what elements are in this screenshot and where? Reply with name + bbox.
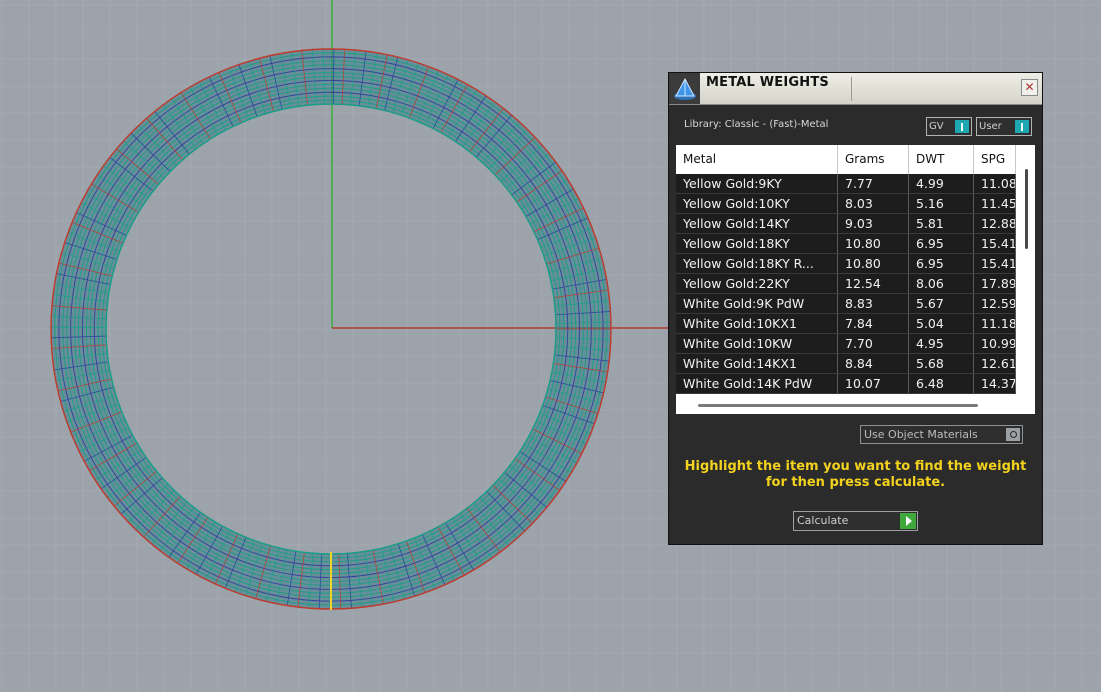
cell-spg: 10.99 bbox=[974, 334, 1016, 353]
cell-dwt: 5.67 bbox=[909, 294, 974, 313]
cell-metal: Yellow Gold:18KY bbox=[676, 234, 838, 253]
metal-table[interactable]: Metal Grams DWT SPG Yellow Gold:9KY 7.77 4… bbox=[676, 145, 1035, 414]
pyramid-icon bbox=[669, 73, 700, 104]
cell-spg: 12.59 bbox=[974, 294, 1016, 313]
table-row[interactable]: White Gold:10KX1 7.84 5.04 11.18 bbox=[676, 314, 1016, 334]
toggle-knob-icon bbox=[1015, 120, 1029, 133]
cell-metal: Yellow Gold:10KY bbox=[676, 194, 838, 213]
cell-spg: 12.88 bbox=[974, 214, 1016, 233]
cell-grams: 9.03 bbox=[838, 214, 909, 233]
table-row[interactable]: Yellow Gold:14KY 9.03 5.81 12.88 bbox=[676, 214, 1016, 234]
cell-dwt: 5.81 bbox=[909, 214, 974, 233]
cell-dwt: 5.68 bbox=[909, 354, 974, 373]
cell-metal: Yellow Gold:9KY bbox=[676, 174, 838, 193]
title-divider bbox=[851, 77, 852, 101]
user-toggle[interactable]: User bbox=[976, 117, 1032, 136]
close-icon[interactable]: ✕ bbox=[1021, 79, 1038, 96]
column-header-dwt[interactable]: DWT bbox=[909, 145, 974, 174]
cell-metal: White Gold:14KX1 bbox=[676, 354, 838, 373]
cell-dwt: 4.99 bbox=[909, 174, 974, 193]
instruction-text: Highlight the item you want to find the … bbox=[669, 459, 1042, 491]
cell-dwt: 8.06 bbox=[909, 274, 974, 293]
cell-grams: 10.07 bbox=[838, 374, 909, 393]
cell-dwt: 5.04 bbox=[909, 314, 974, 333]
cell-metal: Yellow Gold:14KY bbox=[676, 214, 838, 233]
table-row[interactable]: Yellow Gold:18KY 10.80 6.95 15.41 bbox=[676, 234, 1016, 254]
cell-grams: 8.83 bbox=[838, 294, 909, 313]
cell-grams: 7.84 bbox=[838, 314, 909, 333]
cell-spg: 11.18 bbox=[974, 314, 1016, 333]
table-row[interactable]: Yellow Gold:22KY 12.54 8.06 17.89 bbox=[676, 274, 1016, 294]
table-row[interactable]: White Gold:9K PdW 8.83 5.67 12.59 bbox=[676, 294, 1016, 314]
cell-dwt: 5.16 bbox=[909, 194, 974, 213]
cell-metal: White Gold:14K PdW bbox=[676, 374, 838, 393]
use-object-materials-label: Use Object Materials bbox=[864, 428, 978, 441]
cell-spg: 11.45 bbox=[974, 194, 1016, 213]
cell-spg: 15.41 bbox=[974, 234, 1016, 253]
table-row[interactable]: Yellow Gold:10KY 8.03 5.16 11.45 bbox=[676, 194, 1016, 214]
cell-grams: 7.70 bbox=[838, 334, 909, 353]
library-label: Library: Classic - (Fast)-Metal bbox=[684, 119, 829, 130]
cell-metal: Yellow Gold:22KY bbox=[676, 274, 838, 293]
cell-metal: White Gold:10KX1 bbox=[676, 314, 838, 333]
gv-toggle[interactable]: GV bbox=[926, 117, 972, 136]
column-header-grams[interactable]: Grams bbox=[838, 145, 909, 174]
cell-spg: 11.08 bbox=[974, 174, 1016, 193]
table-row[interactable]: Yellow Gold:9KY 7.77 4.99 11.08 bbox=[676, 174, 1016, 194]
cell-dwt: 4.95 bbox=[909, 334, 974, 353]
column-header-metal[interactable]: Metal bbox=[676, 145, 838, 174]
cell-grams: 7.77 bbox=[838, 174, 909, 193]
table-header: Metal Grams DWT SPG bbox=[676, 145, 1016, 174]
cell-spg: 12.61 bbox=[974, 354, 1016, 373]
metal-weights-panel: METAL WEIGHTS ✕ Library: Classic - (Fast… bbox=[668, 72, 1043, 545]
panel-titlebar[interactable]: METAL WEIGHTS ✕ bbox=[669, 73, 1042, 105]
table-row[interactable]: White Gold:14K PdW 10.07 6.48 14.37 bbox=[676, 374, 1016, 394]
cell-metal: White Gold:10KW bbox=[676, 334, 838, 353]
column-header-spg[interactable]: SPG bbox=[974, 145, 1016, 174]
calculate-button[interactable]: Calculate bbox=[793, 511, 918, 531]
use-object-materials-toggle[interactable]: Use Object Materials bbox=[860, 425, 1023, 444]
radio-knob-icon bbox=[1006, 428, 1020, 441]
cell-metal: White Gold:9K PdW bbox=[676, 294, 838, 313]
cell-grams: 10.80 bbox=[838, 234, 909, 253]
table-body: Yellow Gold:9KY 7.77 4.99 11.08 Yellow Gold… bbox=[676, 174, 1016, 394]
instruction-line-2: for then press calculate. bbox=[765, 475, 946, 490]
cell-metal: Yellow Gold:18KY R... bbox=[676, 254, 838, 273]
gv-toggle-label: GV bbox=[929, 121, 944, 132]
play-arrow-icon bbox=[900, 513, 916, 529]
calculate-label: Calculate bbox=[797, 514, 849, 527]
table-row[interactable]: White Gold:14KX1 8.84 5.68 12.61 bbox=[676, 354, 1016, 374]
cell-dwt: 6.48 bbox=[909, 374, 974, 393]
toggle-knob-icon bbox=[955, 120, 969, 133]
cell-grams: 8.03 bbox=[838, 194, 909, 213]
table-row[interactable]: Yellow Gold:18KY R... 10.80 6.95 15.41 bbox=[676, 254, 1016, 274]
user-toggle-label: User bbox=[979, 121, 1002, 132]
cell-spg: 17.89 bbox=[974, 274, 1016, 293]
table-row[interactable]: White Gold:10KW 7.70 4.95 10.99 bbox=[676, 334, 1016, 354]
cell-dwt: 6.95 bbox=[909, 234, 974, 253]
cell-spg: 14.37 bbox=[974, 374, 1016, 393]
cell-grams: 12.54 bbox=[838, 274, 909, 293]
instruction-line-1: Highlight the item you want to find the … bbox=[684, 459, 1027, 474]
horizontal-scrollbar[interactable] bbox=[698, 404, 978, 407]
cell-grams: 8.84 bbox=[838, 354, 909, 373]
cell-dwt: 6.95 bbox=[909, 254, 974, 273]
cell-grams: 10.80 bbox=[838, 254, 909, 273]
cell-spg: 15.41 bbox=[974, 254, 1016, 273]
vertical-scrollbar[interactable] bbox=[1025, 169, 1028, 249]
panel-title: METAL WEIGHTS bbox=[706, 75, 829, 90]
